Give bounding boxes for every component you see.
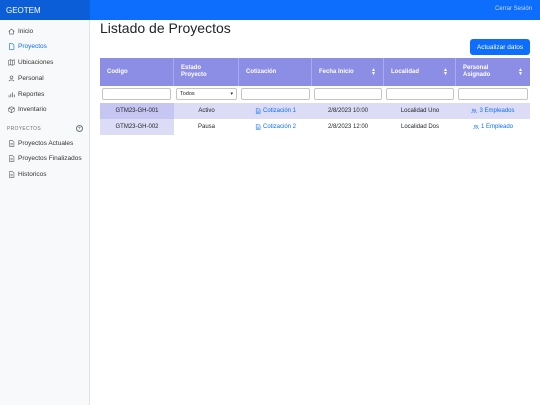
sidebar-item-reportes[interactable]: Reportes (7, 88, 44, 100)
cell-cotizacion: Cotización 1 (239, 103, 312, 119)
sidebar: Inicio Proyectos Ubicaciones Personal Re… (0, 20, 90, 405)
filter-personal-input[interactable] (458, 88, 528, 100)
users-icon (471, 108, 478, 114)
sidebar-item-inventario[interactable]: Inventario (7, 103, 47, 115)
cell-estado: Activo (198, 108, 215, 114)
sidebar-item-label: Reportes (18, 90, 45, 98)
sidebar-item-label: Proyectos (18, 42, 47, 50)
filter-estado-select[interactable]: Todos ▾ (176, 88, 237, 100)
column-header-cotizacion[interactable]: Cotización (239, 58, 312, 86)
personal-link[interactable]: 1 Empleado (473, 124, 513, 130)
chevron-down-icon: ▾ (230, 91, 233, 97)
column-header-codigo[interactable]: Codigo (100, 58, 174, 86)
document-icon (255, 124, 261, 130)
file-icon (7, 42, 15, 50)
filter-codigo-input[interactable] (102, 88, 171, 100)
file-icon (7, 139, 15, 147)
sort-icon[interactable]: ▲ ▼ (371, 68, 376, 77)
sidebar-item-proyectos[interactable]: Proyectos (7, 40, 47, 52)
top-bar: GEOTEM Cerrar Sesión (0, 0, 540, 20)
table-row[interactable]: GTM23-GH-002 Pausa Cotización 2 2/8/2023… (100, 119, 530, 135)
column-header-personal[interactable]: Personal Asignado ▲ ▼ (456, 58, 530, 86)
file-icon (7, 154, 15, 162)
sidebar-item-label: Ubicaciones (18, 58, 54, 66)
home-icon (7, 27, 15, 35)
add-circle-icon[interactable]: + (76, 125, 83, 132)
cell-personal: 1 Empleado (456, 119, 530, 135)
users-icon (473, 124, 479, 130)
cell-personal: 3 Empleados (456, 103, 530, 119)
sidebar-item-label: Personal (18, 74, 44, 82)
cell-estado: Pausa (197, 124, 215, 130)
file-icon (7, 170, 15, 178)
page-title: Listado de Proyectos (100, 20, 231, 36)
cell-codigo: GTM23-GH-001 (100, 103, 174, 119)
brand-logo[interactable]: GEOTEM (0, 0, 90, 20)
signout-link[interactable]: Cerrar Sesión (495, 6, 532, 12)
sidebar-item-personal[interactable]: Personal (7, 72, 44, 84)
box-icon (7, 105, 15, 113)
sidebar-item-label: Historicos (18, 170, 47, 178)
user-icon (7, 74, 15, 82)
table-row[interactable]: GTM23-GH-001 Activo Cotización 1 2/8/202… (100, 103, 530, 119)
cotizacion-link[interactable]: Cotización 1 (255, 108, 296, 114)
sidebar-item-label: Inventario (18, 105, 47, 113)
sidebar-item-label: Proyectos Actuales (18, 139, 74, 147)
sidebar-item-label: Proyectos Finalizados (18, 154, 82, 162)
cell-cotizacion: Cotización 2 (239, 119, 312, 135)
filter-fecha-input[interactable] (314, 88, 382, 100)
cell-fecha: 2/8/2023 12:00 (327, 124, 369, 130)
column-header-localidad[interactable]: Localidad ▲ ▼ (384, 58, 456, 86)
sidebar-item-inicio[interactable]: Inicio (7, 25, 33, 37)
cotizacion-link[interactable]: Cotización 2 (255, 124, 296, 130)
sort-icon[interactable]: ▲ ▼ (518, 68, 523, 77)
cell-localidad: Localidad Dos (400, 124, 440, 130)
cell-localidad: Localidad Uno (400, 108, 440, 114)
sidebar-item-ubicaciones[interactable]: Ubicaciones (7, 56, 53, 68)
document-icon (255, 108, 261, 114)
sidebar-item-proyectos-actuales[interactable]: Proyectos Actuales (7, 137, 73, 149)
column-header-estado[interactable]: Estado Proyecto (174, 58, 239, 86)
sidebar-item-label: Inicio (18, 27, 34, 35)
filter-row: Todos ▾ (100, 86, 530, 102)
sidebar-item-proyectos-finalizados[interactable]: Proyectos Finalizados (7, 152, 82, 164)
personal-link[interactable]: 3 Empleados (471, 108, 515, 114)
map-icon (7, 58, 15, 66)
section-header-proyectos: PROYECTOS + (7, 125, 83, 132)
sort-icon[interactable]: ▲ ▼ (443, 68, 448, 77)
sidebar-item-historicos[interactable]: Historicos (7, 168, 47, 180)
cell-codigo: GTM23-GH-002 (100, 119, 174, 135)
cell-fecha: 2/8/2023 10:00 (327, 108, 369, 114)
refresh-data-button[interactable]: Actualizar datos (470, 39, 530, 55)
chart-icon (7, 90, 15, 98)
column-header-fecha-inicio[interactable]: Fecha Inicio ▲ ▼ (312, 58, 384, 86)
filter-localidad-input[interactable] (386, 88, 454, 100)
filter-cotizacion-input[interactable] (241, 88, 310, 100)
table-header: Codigo Estado Proyecto Cotización Fecha … (100, 58, 530, 86)
